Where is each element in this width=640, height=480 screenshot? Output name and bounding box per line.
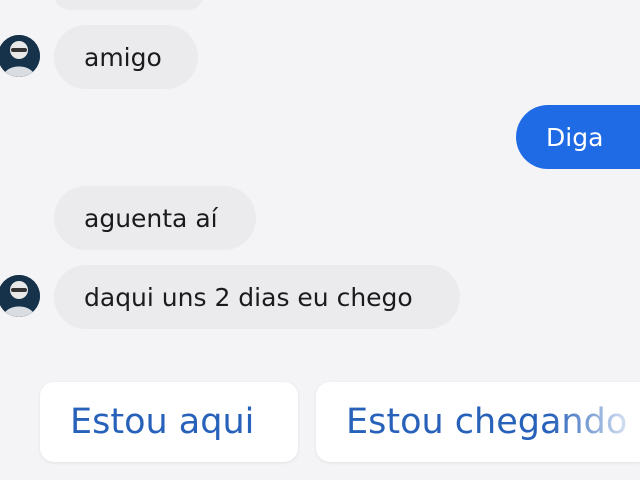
contact-avatar[interactable]	[0, 275, 40, 317]
message-text: daqui uns 2 dias eu chego	[84, 282, 413, 312]
message-text: Diga	[546, 122, 604, 152]
avatar-image	[0, 275, 40, 317]
message-text: aguenta aí	[84, 203, 218, 233]
message-bubble-incoming[interactable]: aguenta aí	[54, 186, 256, 250]
contact-avatar[interactable]	[0, 35, 40, 77]
message-bubble-incoming[interactable]: daqui uns 2 dias eu chego	[54, 265, 460, 329]
message-bubble-previous	[54, 0, 204, 10]
message-text: amigo	[84, 42, 162, 72]
avatar-image	[0, 35, 40, 77]
message-bubble-outgoing[interactable]: Diga	[516, 105, 640, 169]
quick-reply-label: Estou aqui	[70, 402, 255, 442]
message-bubble-incoming[interactable]: amigo	[54, 25, 198, 89]
quick-reply-button[interactable]: Estou aqui	[40, 382, 298, 462]
scroll-fade	[550, 382, 640, 462]
quick-reply-button[interactable]: Estou chegando	[316, 382, 640, 462]
